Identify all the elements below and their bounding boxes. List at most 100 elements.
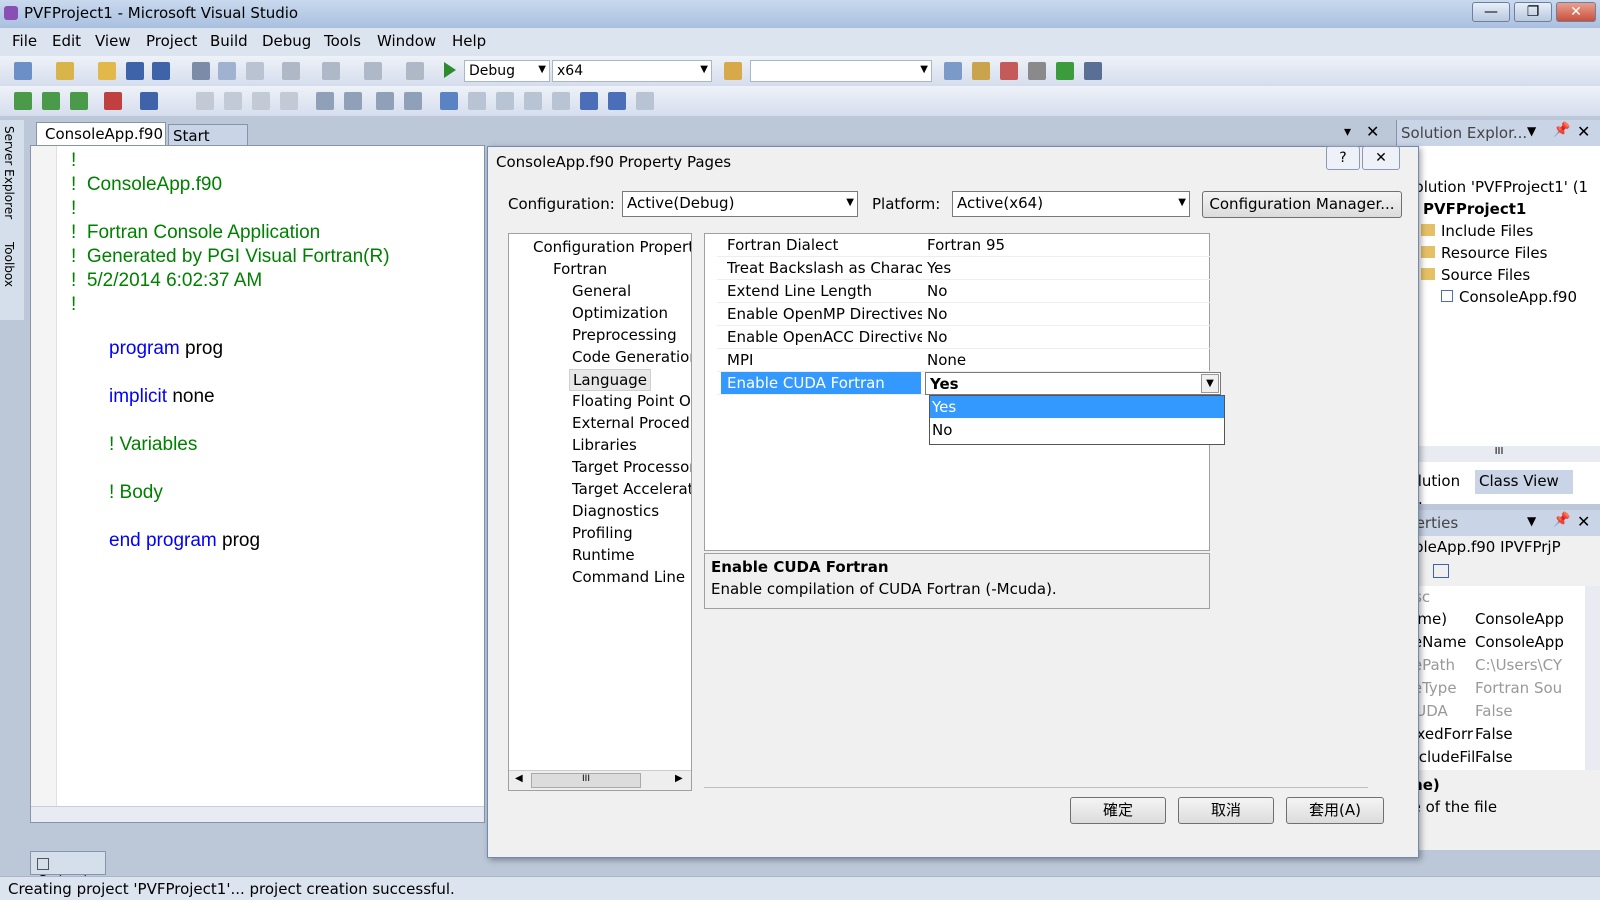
navigate-forward-icon[interactable] [406, 62, 424, 80]
menu-tools[interactable]: Tools [324, 32, 361, 50]
prop-row-fortran-dialect[interactable]: Fortran Dialect Fortran 95 [717, 234, 1215, 257]
scroll-right-icon[interactable]: ▶ [675, 773, 683, 784]
prop-value[interactable]: Fortran Sou [1475, 679, 1562, 697]
properties-window-icon[interactable] [972, 62, 990, 80]
prop-value[interactable]: C:\Users\CY [1475, 656, 1562, 674]
prop-value[interactable]: False [1475, 702, 1513, 720]
list-members-icon[interactable] [196, 92, 214, 110]
chevron-down-icon[interactable]: ▼ [1201, 374, 1219, 393]
menu-file[interactable]: File [12, 32, 37, 50]
toolbox-icon[interactable] [1028, 62, 1046, 80]
new-project-icon[interactable] [14, 62, 32, 80]
prop-value[interactable]: False [1475, 725, 1513, 743]
tab-dropdown-icon[interactable]: ▾ [1344, 124, 1351, 140]
close-icon[interactable]: ✕ [1577, 512, 1590, 531]
scroll-left-icon[interactable]: ◀ [515, 773, 523, 784]
tab-class-view[interactable]: Class View [1475, 470, 1573, 494]
tab-start-page[interactable]: Start Page [168, 124, 248, 163]
tree-command-line[interactable]: Command Line [572, 568, 685, 586]
tree-general[interactable]: General [572, 282, 631, 300]
uncomment-icon[interactable] [404, 92, 422, 110]
menu-window[interactable]: Window [377, 32, 436, 50]
tree-resource-files[interactable]: Resource Files [1441, 244, 1547, 262]
decrease-indent-icon[interactable] [316, 92, 334, 110]
tree-project[interactable]: PVFProject1 [1423, 200, 1526, 218]
dropdown-icon[interactable]: ▼ [1527, 514, 1536, 528]
prop-row-openacc[interactable]: Enable OpenACC Directives No [717, 326, 1215, 349]
tree-diagnostics[interactable]: Diagnostics [572, 502, 659, 520]
start-page-icon[interactable] [1056, 62, 1074, 80]
toggle-bookmark-icon[interactable] [440, 92, 458, 110]
menu-build[interactable]: Build [210, 32, 248, 50]
paste-icon[interactable] [246, 62, 264, 80]
cut-icon[interactable] [192, 62, 210, 80]
close-window-button[interactable]: ✕ [1556, 2, 1596, 22]
dialog-close-button[interactable]: ✕ [1362, 146, 1400, 170]
tree-libraries[interactable]: Libraries [572, 436, 637, 454]
comment-icon[interactable] [376, 92, 394, 110]
prop-row-cuda-fortran[interactable]: Enable CUDA Fortran Yes ▼ [717, 372, 1221, 395]
option-no[interactable]: No [930, 419, 1224, 441]
output-tab[interactable]: Output [30, 851, 106, 890]
increase-indent-icon[interactable] [344, 92, 362, 110]
align-icon[interactable] [140, 92, 158, 110]
save-icon[interactable] [126, 62, 144, 80]
menu-debug[interactable]: Debug [262, 32, 311, 50]
navigate-backward-icon[interactable] [364, 62, 382, 80]
prop-value[interactable]: False [1475, 748, 1513, 766]
tree-source-files[interactable]: Source Files [1441, 266, 1530, 284]
redo-icon[interactable] [322, 62, 340, 80]
tree-target-accelerators[interactable]: Target Accelerato [572, 480, 691, 498]
tree-fortran[interactable]: Fortran [553, 260, 607, 278]
tree-profiling[interactable]: Profiling [572, 524, 633, 542]
ok-button[interactable]: 確定 [1070, 797, 1166, 824]
dropdown-icon[interactable]: ▼ [1527, 124, 1536, 138]
maximize-button[interactable]: ❐ [1514, 2, 1552, 22]
tree-solution[interactable]: Solution 'PVFProject1' (1 [1405, 178, 1588, 196]
scroll-thumb[interactable]: III [531, 773, 641, 788]
prop-row-extend-line-length[interactable]: Extend Line Length No [717, 280, 1215, 303]
tree-preprocessing[interactable]: Preprocessing [572, 326, 677, 344]
configuration-manager-button[interactable]: Configuration Manager... [1202, 191, 1402, 218]
save-all-icon[interactable] [152, 62, 170, 80]
help-button[interactable]: ? [1326, 146, 1360, 170]
start-debugging-icon[interactable] [444, 62, 456, 78]
editor-horizontal-scrollbar[interactable] [31, 806, 484, 822]
prop-row-treat-backslash[interactable]: Treat Backslash as Characte Yes [717, 257, 1215, 280]
tree-horizontal-scrollbar[interactable]: III [1397, 446, 1600, 462]
cancel-button[interactable]: 取消 [1178, 797, 1274, 824]
option-yes[interactable]: Yes [930, 396, 1224, 418]
prop-row-openmp[interactable]: Enable OpenMP Directives No [717, 303, 1215, 326]
find-in-files-icon[interactable] [724, 62, 742, 80]
properties-vertical-scrollbar[interactable] [1585, 586, 1600, 770]
menu-help[interactable]: Help [452, 32, 486, 50]
property-pages-icon[interactable] [1433, 564, 1449, 578]
menu-project[interactable]: Project [146, 32, 197, 50]
tree-horizontal-scrollbar[interactable]: ◀ III ▶ [509, 770, 691, 790]
code-editor[interactable]: ! ! ConsoleApp.f90 ! ! Fortran Console A… [30, 145, 485, 823]
tree-config-properties[interactable]: Configuration Properti [533, 238, 691, 256]
tree-optimization[interactable]: Optimization [572, 304, 668, 322]
minimize-button[interactable]: — [1472, 2, 1510, 22]
build-icon[interactable] [14, 92, 32, 110]
server-explorer-tab[interactable]: Server Explorer [2, 126, 16, 219]
platform-select[interactable]: Active(x64) ▼ [952, 191, 1190, 217]
tree-language[interactable]: Language [569, 369, 652, 391]
quick-info-icon[interactable] [252, 92, 270, 110]
copy-icon[interactable] [218, 62, 236, 80]
undo-icon[interactable] [282, 62, 300, 80]
add-item-icon[interactable] [56, 62, 74, 80]
menu-view[interactable]: View [95, 32, 131, 50]
cuda-fortran-select[interactable]: Yes ▼ [925, 372, 1221, 395]
cancel-build-icon[interactable] [104, 92, 122, 110]
find-combo[interactable]: ▼ [750, 60, 932, 82]
tree-runtime[interactable]: Runtime [572, 546, 635, 564]
complete-word-icon[interactable] [280, 92, 298, 110]
clear-bookmarks-icon[interactable] [636, 92, 654, 110]
next-bookmark-icon[interactable] [496, 92, 514, 110]
toolbox-tab[interactable]: Toolbox [2, 242, 16, 287]
prop-value[interactable]: ConsoleApp [1475, 610, 1564, 628]
apply-button[interactable]: 套用(A) [1286, 797, 1384, 824]
rebuild-icon[interactable] [42, 92, 60, 110]
menu-edit[interactable]: Edit [52, 32, 81, 50]
